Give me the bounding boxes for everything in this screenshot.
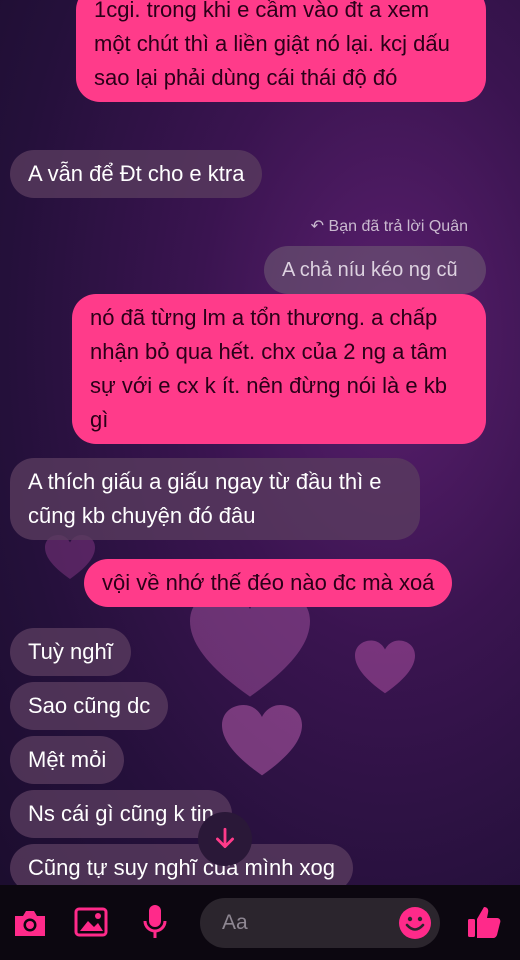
message-incoming[interactable]: Sao cũng dc bbox=[10, 682, 169, 730]
message-outgoing[interactable]: 1cgi. trong khi e cầm vào đt a xem một c… bbox=[76, 0, 486, 102]
message-incoming[interactable]: A thích giấu a giấu ngay từ đầu thì e cũ… bbox=[10, 458, 420, 540]
message-input-placeholder: Aa bbox=[222, 911, 248, 934]
message-outgoing[interactable]: vội về nhớ thế đéo nào đc mà xoá bbox=[84, 559, 453, 607]
message-incoming[interactable]: Tuỳ nghĩ bbox=[10, 628, 131, 676]
reply-indicator-label: Bạn đã trả lời Quân bbox=[328, 218, 468, 235]
message-incoming[interactable]: Cũng tự suy nghĩ của mình xog bbox=[10, 844, 354, 885]
quoted-message[interactable]: A chả níu kéo ng cũ bbox=[264, 246, 486, 294]
camera-icon[interactable] bbox=[12, 907, 48, 939]
message-incoming[interactable]: A vẫn để Đt cho e ktra bbox=[10, 150, 263, 198]
reply-arrow-icon: ↶ bbox=[310, 218, 325, 235]
reply-indicator: ↶ Bạn đã trả lời Quân bbox=[311, 216, 468, 236]
scroll-to-bottom-button[interactable] bbox=[198, 812, 252, 866]
arrow-down-icon bbox=[216, 827, 234, 848]
thumbs-up-icon[interactable] bbox=[466, 904, 502, 940]
message-incoming[interactable]: Mệt mỏi bbox=[10, 736, 125, 784]
microphone-icon[interactable] bbox=[142, 903, 168, 941]
emoji-icon[interactable] bbox=[398, 906, 432, 940]
message-outgoing[interactable]: nó đã từng lm a tổn thương. a chấp nhận … bbox=[72, 294, 486, 444]
message-thread[interactable]: 1cgi. trong khi e cầm vào đt a xem một c… bbox=[0, 0, 520, 885]
image-icon[interactable] bbox=[74, 906, 108, 938]
